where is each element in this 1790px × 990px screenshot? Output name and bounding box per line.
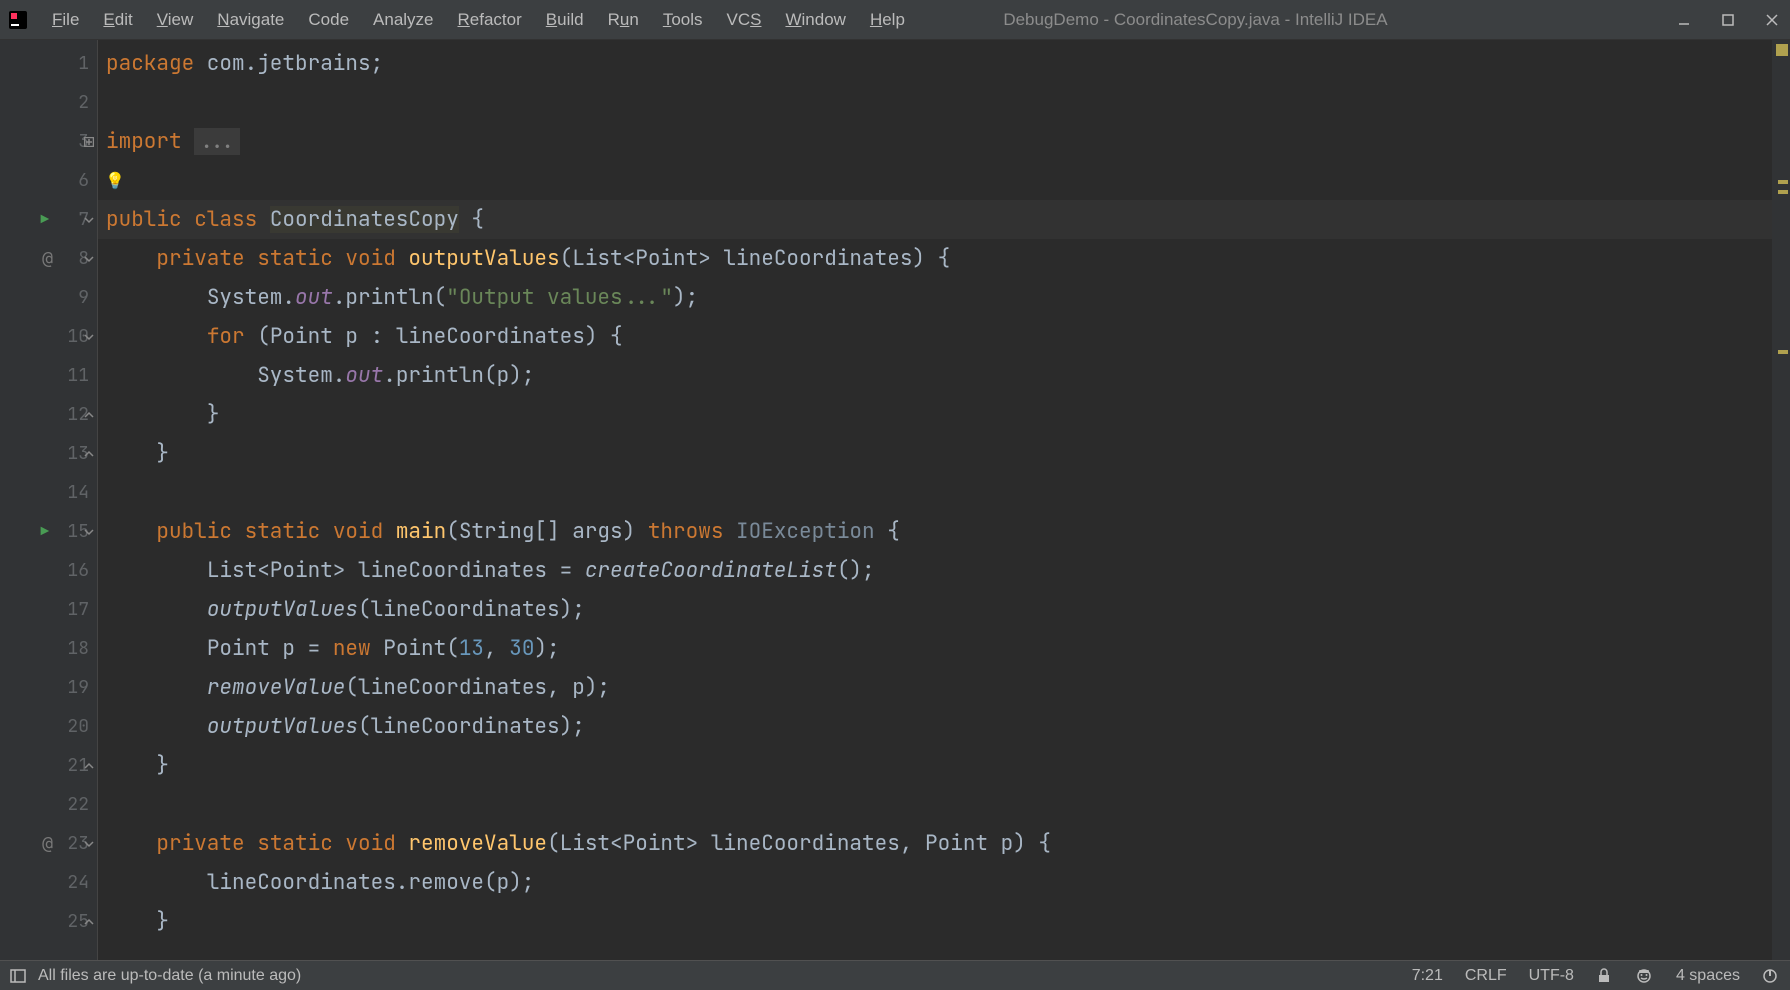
status-message: All files are up-to-date (a minute ago) xyxy=(38,967,301,985)
fold-end-icon[interactable] xyxy=(83,448,95,460)
fold-end-icon[interactable] xyxy=(83,760,95,772)
gutter-line[interactable]: 6💡 xyxy=(0,161,97,200)
code-line: List<Point> lineCoordinates = createCoor… xyxy=(98,551,1772,590)
gutter-line[interactable]: 10 xyxy=(0,317,97,356)
window-title: DebugDemo - CoordinatesCopy.java - Intel… xyxy=(717,10,1674,30)
override-icon[interactable]: @ xyxy=(42,248,53,269)
encoding[interactable]: UTF-8 xyxy=(1529,967,1574,985)
override-icon[interactable]: @ xyxy=(42,833,53,854)
memory-icon[interactable] xyxy=(1762,967,1780,985)
code-line: public static void main(String[] args) t… xyxy=(98,512,1772,551)
line-separator[interactable]: CRLF xyxy=(1465,967,1507,985)
app-icon xyxy=(8,10,28,30)
minimize-button[interactable] xyxy=(1674,10,1694,30)
gutter-line[interactable]: 3 xyxy=(0,122,97,161)
code-line: private static void outputValues(List<Po… xyxy=(98,239,1772,278)
gutter-line[interactable]: 1 xyxy=(0,44,97,83)
menu-navigate[interactable]: Navigate xyxy=(205,6,296,34)
error-stripe[interactable] xyxy=(1772,40,1790,960)
run-icon[interactable]: ▶ xyxy=(41,211,49,229)
gutter-line[interactable]: ▶15 xyxy=(0,512,97,551)
gutter-line[interactable]: 12 xyxy=(0,395,97,434)
fold-end-icon[interactable] xyxy=(83,916,95,928)
gutter-line[interactable]: 13 xyxy=(0,434,97,473)
gutter-line[interactable]: @8 xyxy=(0,239,97,278)
gutter-line[interactable]: 21 xyxy=(0,746,97,785)
fold-minus-icon[interactable] xyxy=(83,838,95,850)
gutter-line[interactable]: 17 xyxy=(0,590,97,629)
inspector-icon[interactable] xyxy=(1636,967,1654,985)
editor-area: 1 2 3 6💡 ▶7 @8 9 10 11 12 13 14 ▶15 16 1… xyxy=(0,40,1790,960)
menu-view[interactable]: View xyxy=(145,6,206,34)
titlebar: File Edit View Navigate Code Analyze Ref… xyxy=(0,0,1790,40)
code-line xyxy=(98,785,1772,824)
gutter-line[interactable]: 24 xyxy=(0,863,97,902)
stripe-warning-icon[interactable] xyxy=(1778,350,1788,354)
code-line xyxy=(98,83,1772,122)
caret-position[interactable]: 7:21 xyxy=(1412,967,1443,985)
gutter-line[interactable]: 20 xyxy=(0,707,97,746)
run-icon[interactable]: ▶ xyxy=(41,523,49,541)
code-line: for (Point p : lineCoordinates) { xyxy=(98,317,1772,356)
gutter-line[interactable]: 25 xyxy=(0,902,97,941)
code-line: outputValues(lineCoordinates); xyxy=(98,590,1772,629)
menu-tools[interactable]: Tools xyxy=(651,6,715,34)
code-line: } xyxy=(98,395,1772,434)
code-line: lineCoordinates.remove(p); xyxy=(98,863,1772,902)
fold-end-icon[interactable] xyxy=(83,409,95,421)
menu-refactor[interactable]: Refactor xyxy=(446,6,534,34)
code-line: private static void removeValue(List<Poi… xyxy=(98,824,1772,863)
indent-info[interactable]: 4 spaces xyxy=(1676,967,1740,985)
code-line: System.out.println("Output values..."); xyxy=(98,278,1772,317)
gutter-line[interactable]: 18 xyxy=(0,629,97,668)
gutter-line[interactable]: 9 xyxy=(0,278,97,317)
code-line: outputValues(lineCoordinates); xyxy=(98,707,1772,746)
code-line xyxy=(98,161,1772,200)
window-controls xyxy=(1674,10,1782,30)
gutter[interactable]: 1 2 3 6💡 ▶7 @8 9 10 11 12 13 14 ▶15 16 1… xyxy=(0,40,98,960)
maximize-button[interactable] xyxy=(1718,10,1738,30)
code-line xyxy=(98,473,1772,512)
gutter-line[interactable]: 14 xyxy=(0,473,97,512)
menu-analyze[interactable]: Analyze xyxy=(361,6,445,34)
gutter-line[interactable]: 11 xyxy=(0,356,97,395)
menu-edit[interactable]: Edit xyxy=(91,6,144,34)
code-line: } xyxy=(98,746,1772,785)
code-line: public class CoordinatesCopy { xyxy=(98,200,1772,239)
gutter-line[interactable]: 16 xyxy=(0,551,97,590)
statusbar: All files are up-to-date (a minute ago) … xyxy=(0,960,1790,990)
gutter-line[interactable]: 22 xyxy=(0,785,97,824)
code-line: package com.jetbrains; xyxy=(98,44,1772,83)
close-button[interactable] xyxy=(1762,10,1782,30)
code-line: System.out.println(p); xyxy=(98,356,1772,395)
stripe-warning-icon[interactable] xyxy=(1778,180,1788,184)
gutter-line[interactable]: @23 xyxy=(0,824,97,863)
code-line: removeValue(lineCoordinates, p); xyxy=(98,668,1772,707)
inspection-indicator[interactable] xyxy=(1776,44,1788,56)
fold-minus-icon[interactable] xyxy=(83,253,95,265)
gutter-line[interactable]: 2 xyxy=(0,83,97,122)
tool-window-icon[interactable] xyxy=(10,967,28,985)
code-line: } xyxy=(98,434,1772,473)
fold-minus-icon[interactable] xyxy=(83,214,95,226)
stripe-warning-icon[interactable] xyxy=(1778,190,1788,194)
code-line: import ... xyxy=(98,122,1772,161)
code-line: Point p = new Point(13, 30); xyxy=(98,629,1772,668)
gutter-line[interactable]: 19 xyxy=(0,668,97,707)
code-editor[interactable]: package com.jetbrains; import ... public… xyxy=(98,40,1772,960)
menu-file[interactable]: File xyxy=(40,6,91,34)
gutter-line[interactable]: ▶7 xyxy=(0,200,97,239)
fold-plus-icon[interactable] xyxy=(83,136,95,148)
menu-build[interactable]: Build xyxy=(534,6,596,34)
fold-minus-icon[interactable] xyxy=(83,526,95,538)
fold-minus-icon[interactable] xyxy=(83,331,95,343)
menu-run[interactable]: Run xyxy=(596,6,651,34)
lock-icon[interactable] xyxy=(1596,967,1614,985)
menu-code[interactable]: Code xyxy=(296,6,361,34)
code-line: } xyxy=(98,902,1772,941)
